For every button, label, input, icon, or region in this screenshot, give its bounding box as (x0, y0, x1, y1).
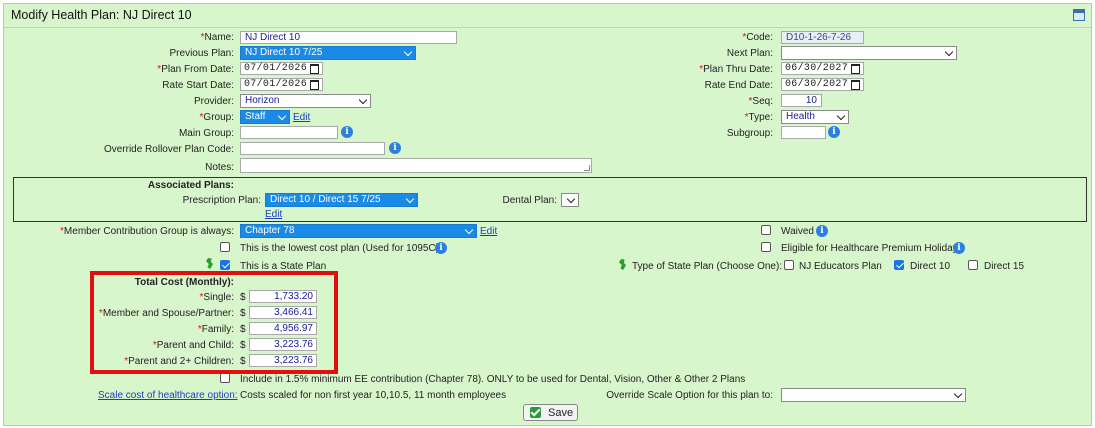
plan-thru-date-value: 06/30/2027 (785, 63, 849, 74)
notes-label: Notes: (205, 162, 234, 173)
provider-select[interactable]: Horizon (240, 94, 371, 108)
direct-10-checkbox[interactable] (894, 260, 904, 270)
type-select[interactable]: Health (781, 110, 849, 124)
associated-plans-heading: Associated Plans: (147, 180, 234, 191)
provider-value: Horizon (245, 95, 280, 106)
info-icon[interactable]: i (953, 242, 965, 254)
scale-cost-text: Costs scaled for non first year 10,10.5,… (240, 390, 507, 401)
info-icon[interactable]: i (341, 126, 353, 138)
group-select[interactable]: Staff (240, 110, 290, 124)
member-contribution-edit-link[interactable]: Edit (480, 226, 497, 237)
member-contribution-label: *Member Contribution Group is always: (60, 226, 234, 237)
prescription-plan-value: Direct 10 / Direct 15 7/25 (270, 194, 381, 205)
provider-label: Provider: (193, 96, 234, 107)
member-contribution-value: Chapter 78 (245, 225, 295, 236)
chevron-down-icon (836, 111, 846, 121)
override-rollover-label: Override Rollover Plan Code: (103, 144, 234, 155)
include-minimum-label: Include in 1.5% minimum EE contribution … (240, 374, 746, 385)
eligible-holiday-label: Eligible for Healthcare Premium Holiday (781, 243, 958, 254)
rate-start-label: Rate Start Date: (162, 80, 234, 91)
calendar-icon[interactable] (310, 80, 319, 90)
name-label: *Name: (200, 32, 234, 43)
next-plan-select[interactable] (781, 46, 957, 60)
nj-educators-label: NJ Educators Plan (799, 261, 882, 272)
type-label: *Type: (744, 112, 773, 123)
seq-label: *Seq: (748, 96, 773, 107)
previous-plan-label: Previous Plan: (169, 48, 234, 59)
calendar-icon[interactable] (851, 64, 860, 74)
waived-checkbox[interactable] (761, 225, 771, 235)
state-plan-type-label: Type of State Plan (Choose One): (632, 261, 783, 272)
subgroup-input[interactable] (781, 126, 826, 139)
rate-start-date-input[interactable]: 07/01/2026 (240, 78, 323, 91)
override-rollover-input[interactable] (240, 142, 385, 155)
eligible-holiday-checkbox[interactable] (761, 242, 771, 252)
lowest-cost-label: This is the lowest cost plan (Used for 1… (240, 243, 439, 254)
plan-from-date-input[interactable]: 07/01/2026 (240, 62, 323, 75)
info-icon[interactable]: i (828, 126, 840, 138)
main-group-label: Main Group: (178, 128, 234, 139)
rate-end-date-input[interactable]: 06/30/2027 (781, 78, 864, 91)
direct-10-label: Direct 10 (910, 261, 951, 272)
calendar-icon[interactable] (310, 64, 319, 74)
dental-plan-label: Dental Plan: (502, 195, 557, 206)
seq-input[interactable]: 10 (781, 94, 822, 107)
previous-plan-select[interactable]: NJ Direct 10 7/25 (240, 46, 416, 60)
prescription-plan-select[interactable]: Direct 10 / Direct 15 7/25 (265, 193, 418, 207)
override-scale-label: Override Scale Option for this plan to: (606, 390, 773, 401)
rate-start-date-value: 07/01/2026 (244, 79, 308, 90)
calendar-grid-icon[interactable] (1073, 9, 1085, 21)
page-title: Modify Health Plan: NJ Direct 10 (11, 8, 192, 22)
code-label: *Code: (742, 32, 773, 43)
lowest-cost-checkbox[interactable] (220, 242, 230, 252)
chevron-down-icon (358, 95, 368, 105)
chevron-down-icon (953, 389, 963, 399)
subgroup-label: Subgroup: (726, 128, 773, 139)
notes-textarea[interactable] (240, 158, 592, 173)
highlight-box (90, 271, 338, 374)
title-divider (3, 27, 1091, 28)
main-group-input[interactable] (240, 126, 338, 139)
plan-thru-label: *Plan Thru Date: (699, 64, 773, 75)
state-plan-checkbox[interactable] (220, 260, 230, 270)
previous-plan-value: NJ Direct 10 7/25 (245, 47, 323, 58)
save-label: Save (548, 407, 574, 419)
code-field: D10-1-26-7-26 (781, 31, 864, 44)
calendar-icon[interactable] (851, 80, 860, 90)
plan-from-date-value: 07/01/2026 (244, 63, 308, 74)
group-value: Staff (245, 111, 266, 122)
chevron-down-icon (464, 225, 474, 235)
override-scale-select[interactable] (781, 388, 966, 402)
save-button[interactable]: Save (523, 404, 578, 421)
chevron-down-icon (277, 111, 287, 121)
rate-end-label: Rate End Date: (704, 80, 773, 91)
chevron-down-icon (405, 194, 415, 204)
chevron-down-icon (944, 47, 954, 57)
plan-thru-date-input[interactable]: 06/30/2027 (781, 62, 864, 75)
group-label: *Group: (199, 112, 234, 123)
direct-15-checkbox[interactable] (968, 260, 978, 270)
chevron-down-icon (566, 194, 576, 204)
prescription-plan-label: Prescription Plan: (182, 195, 261, 206)
info-icon[interactable]: i (435, 242, 447, 254)
direct-15-label: Direct 15 (984, 261, 1025, 272)
name-input[interactable]: NJ Direct 10 (240, 31, 457, 44)
next-plan-label: Next Plan: (726, 48, 773, 59)
scale-cost-link[interactable]: Scale cost of healthcare option: (98, 390, 238, 401)
nj-educators-checkbox[interactable] (784, 260, 794, 270)
info-icon[interactable]: i (389, 142, 401, 154)
chevron-down-icon (403, 47, 413, 57)
rate-end-date-value: 06/30/2027 (785, 79, 849, 90)
waived-label: Waived (781, 226, 814, 237)
prescription-edit-link[interactable]: Edit (265, 209, 282, 220)
dental-plan-select[interactable] (561, 193, 579, 207)
group-edit-link[interactable]: Edit (293, 112, 310, 123)
member-contribution-select[interactable]: Chapter 78 (240, 224, 477, 238)
check-icon (530, 407, 541, 418)
type-value: Health (786, 111, 815, 122)
plan-from-label: *Plan From Date: (157, 64, 234, 75)
info-icon[interactable]: i (816, 225, 828, 237)
include-minimum-checkbox[interactable] (220, 373, 230, 383)
